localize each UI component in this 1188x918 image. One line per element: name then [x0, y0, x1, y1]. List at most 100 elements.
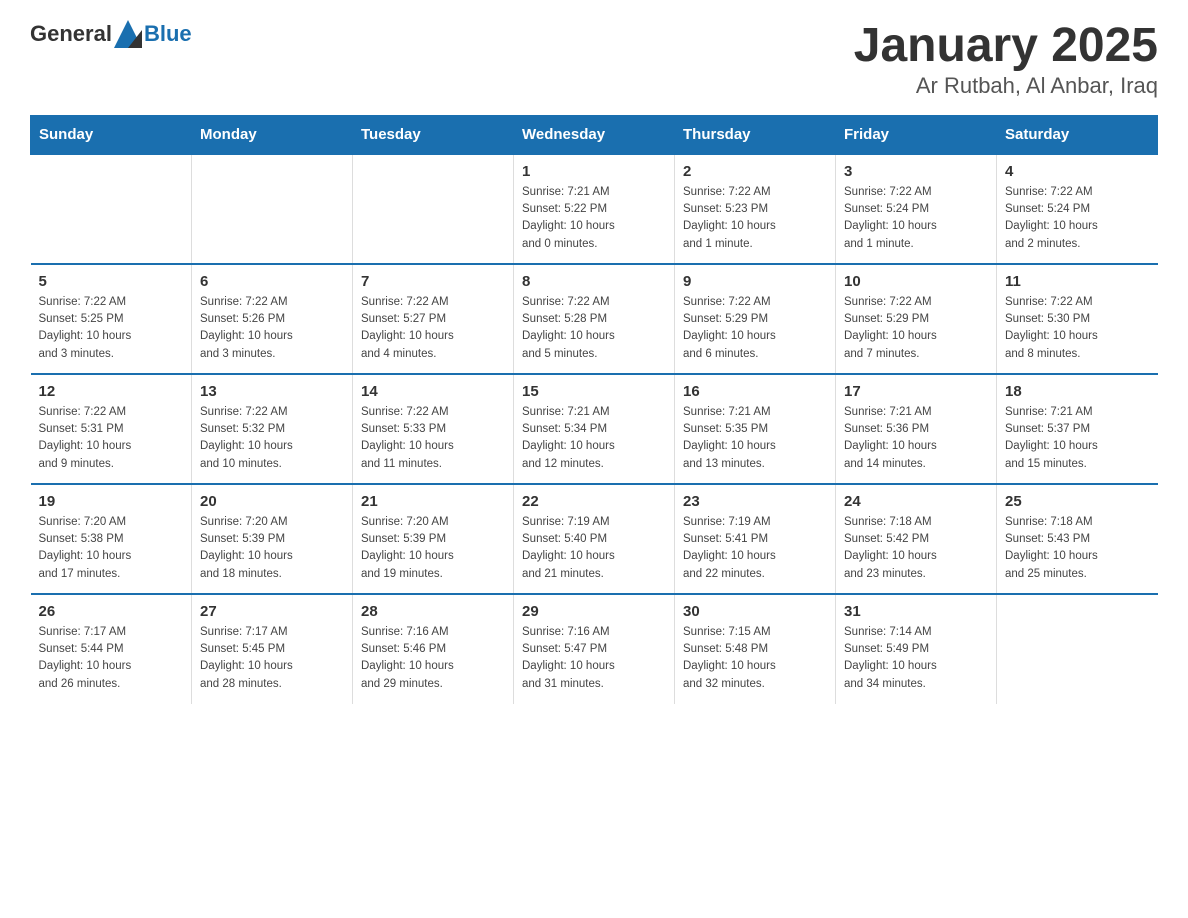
days-of-week-row: SundayMondayTuesdayWednesdayThursdayFrid…: [31, 115, 1158, 154]
calendar-cell: 12 Sunrise: 7:22 AM Sunset: 5:31 PM Dayli…: [31, 374, 192, 484]
day-info: Sunrise: 7:20 AM Sunset: 5:38 PM Dayligh…: [39, 514, 184, 583]
day-of-week-header: Friday: [836, 115, 997, 154]
logo-general-text: General: [30, 21, 112, 47]
day-number: 10: [844, 273, 988, 290]
calendar-cell: 18Sunrise: 7:21 AM Sunset: 5:37 PM Dayli…: [997, 374, 1158, 484]
page-header: General Blue January 2025 Ar Rutbah, Al …: [30, 20, 1158, 99]
calendar-week-row: 26 Sunrise: 7:17 AM Sunset: 5:44 PM Dayli…: [31, 594, 1158, 704]
calendar-cell: 3 Sunrise: 7:22 AM Sunset: 5:24 PM Daylig…: [836, 154, 997, 264]
day-number: 8: [522, 273, 666, 290]
day-number: 14: [361, 383, 505, 400]
calendar-cell: 24 Sunrise: 7:18 AM Sunset: 5:42 PM Dayli…: [836, 484, 997, 594]
calendar-cell: 1 Sunrise: 7:21 AM Sunset: 5:22 PM Daylig…: [514, 154, 675, 264]
day-number: 24: [844, 493, 988, 510]
day-info: Sunrise: 7:18 AM Sunset: 5:42 PM Dayligh…: [844, 514, 988, 583]
calendar-week-row: 1 Sunrise: 7:21 AM Sunset: 5:22 PM Daylig…: [31, 154, 1158, 264]
day-info: Sunrise: 7:17 AM Sunset: 5:45 PM Dayligh…: [200, 624, 344, 693]
day-of-week-header: Saturday: [997, 115, 1158, 154]
calendar-cell: 30 Sunrise: 7:15 AM Sunset: 5:48 PM Dayli…: [675, 594, 836, 704]
day-info: Sunrise: 7:16 AM Sunset: 5:46 PM Dayligh…: [361, 624, 505, 693]
day-info: Sunrise: 7:15 AM Sunset: 5:48 PM Dayligh…: [683, 624, 827, 693]
calendar-cell: 31Sunrise: 7:14 AM Sunset: 5:49 PM Dayli…: [836, 594, 997, 704]
page-subtitle: Ar Rutbah, Al Anbar, Iraq: [854, 73, 1158, 99]
calendar-cell: 22Sunrise: 7:19 AM Sunset: 5:40 PM Dayli…: [514, 484, 675, 594]
calendar-cell: 2Sunrise: 7:22 AM Sunset: 5:23 PM Daylig…: [675, 154, 836, 264]
day-info: Sunrise: 7:21 AM Sunset: 5:22 PM Dayligh…: [522, 184, 666, 253]
calendar-cell: 11Sunrise: 7:22 AM Sunset: 5:30 PM Dayli…: [997, 264, 1158, 374]
calendar-cell: 28 Sunrise: 7:16 AM Sunset: 5:46 PM Dayli…: [353, 594, 514, 704]
day-info: Sunrise: 7:22 AM Sunset: 5:32 PM Dayligh…: [200, 404, 344, 473]
day-number: 30: [683, 603, 827, 620]
day-number: 25: [1005, 493, 1150, 510]
day-info: Sunrise: 7:21 AM Sunset: 5:35 PM Dayligh…: [683, 404, 827, 473]
calendar-cell: 26 Sunrise: 7:17 AM Sunset: 5:44 PM Dayli…: [31, 594, 192, 704]
day-number: 19: [39, 493, 184, 510]
day-info: Sunrise: 7:22 AM Sunset: 5:29 PM Dayligh…: [844, 294, 988, 363]
title-block: January 2025 Ar Rutbah, Al Anbar, Iraq: [854, 20, 1158, 99]
day-info: Sunrise: 7:22 AM Sunset: 5:26 PM Dayligh…: [200, 294, 344, 363]
calendar-cell: 5 Sunrise: 7:22 AM Sunset: 5:25 PM Daylig…: [31, 264, 192, 374]
day-info: Sunrise: 7:19 AM Sunset: 5:41 PM Dayligh…: [683, 514, 827, 583]
calendar-cell: 15 Sunrise: 7:21 AM Sunset: 5:34 PM Dayli…: [514, 374, 675, 484]
calendar-cell: 20 Sunrise: 7:20 AM Sunset: 5:39 PM Dayli…: [192, 484, 353, 594]
day-number: 16: [683, 383, 827, 400]
day-info: Sunrise: 7:22 AM Sunset: 5:31 PM Dayligh…: [39, 404, 184, 473]
day-info: Sunrise: 7:16 AM Sunset: 5:47 PM Dayligh…: [522, 624, 666, 693]
calendar-cell: 25Sunrise: 7:18 AM Sunset: 5:43 PM Dayli…: [997, 484, 1158, 594]
calendar-week-row: 12 Sunrise: 7:22 AM Sunset: 5:31 PM Dayli…: [31, 374, 1158, 484]
calendar-cell: 10 Sunrise: 7:22 AM Sunset: 5:29 PM Dayli…: [836, 264, 997, 374]
day-info: Sunrise: 7:17 AM Sunset: 5:44 PM Dayligh…: [39, 624, 184, 693]
calendar-cell: 29 Sunrise: 7:16 AM Sunset: 5:47 PM Dayli…: [514, 594, 675, 704]
day-number: 23: [683, 493, 827, 510]
day-of-week-header: Wednesday: [514, 115, 675, 154]
day-number: 15: [522, 383, 666, 400]
page-title: January 2025: [854, 20, 1158, 73]
day-info: Sunrise: 7:20 AM Sunset: 5:39 PM Dayligh…: [200, 514, 344, 583]
calendar-cell: 14 Sunrise: 7:22 AM Sunset: 5:33 PM Dayli…: [353, 374, 514, 484]
day-info: Sunrise: 7:22 AM Sunset: 5:24 PM Dayligh…: [1005, 184, 1150, 253]
logo-icon: [114, 20, 142, 48]
day-number: 29: [522, 603, 666, 620]
day-number: 9: [683, 273, 827, 290]
day-number: 1: [522, 163, 666, 180]
logo-blue-text: Blue: [144, 21, 192, 47]
day-of-week-header: Thursday: [675, 115, 836, 154]
day-info: Sunrise: 7:22 AM Sunset: 5:29 PM Dayligh…: [683, 294, 827, 363]
day-info: Sunrise: 7:22 AM Sunset: 5:30 PM Dayligh…: [1005, 294, 1150, 363]
day-number: 12: [39, 383, 184, 400]
calendar-header: SundayMondayTuesdayWednesdayThursdayFrid…: [31, 115, 1158, 154]
day-number: 17: [844, 383, 988, 400]
day-number: 20: [200, 493, 344, 510]
day-info: Sunrise: 7:20 AM Sunset: 5:39 PM Dayligh…: [361, 514, 505, 583]
calendar-cell: 21 Sunrise: 7:20 AM Sunset: 5:39 PM Dayli…: [353, 484, 514, 594]
calendar-cell: 13 Sunrise: 7:22 AM Sunset: 5:32 PM Dayli…: [192, 374, 353, 484]
day-number: 5: [39, 273, 184, 290]
calendar-cell: 6 Sunrise: 7:22 AM Sunset: 5:26 PM Daylig…: [192, 264, 353, 374]
day-number: 21: [361, 493, 505, 510]
calendar-cell: 19 Sunrise: 7:20 AM Sunset: 5:38 PM Dayli…: [31, 484, 192, 594]
calendar-table: SundayMondayTuesdayWednesdayThursdayFrid…: [30, 115, 1158, 704]
calendar-cell: 7Sunrise: 7:22 AM Sunset: 5:27 PM Daylig…: [353, 264, 514, 374]
day-info: Sunrise: 7:22 AM Sunset: 5:23 PM Dayligh…: [683, 184, 827, 253]
day-info: Sunrise: 7:21 AM Sunset: 5:34 PM Dayligh…: [522, 404, 666, 473]
day-number: 3: [844, 163, 988, 180]
day-info: Sunrise: 7:14 AM Sunset: 5:49 PM Dayligh…: [844, 624, 988, 693]
calendar-cell: [192, 154, 353, 264]
day-info: Sunrise: 7:22 AM Sunset: 5:27 PM Dayligh…: [361, 294, 505, 363]
day-number: 22: [522, 493, 666, 510]
day-number: 13: [200, 383, 344, 400]
day-number: 18: [1005, 383, 1150, 400]
calendar-cell: 27Sunrise: 7:17 AM Sunset: 5:45 PM Dayli…: [192, 594, 353, 704]
calendar-cell: 23 Sunrise: 7:19 AM Sunset: 5:41 PM Dayli…: [675, 484, 836, 594]
day-of-week-header: Sunday: [31, 115, 192, 154]
day-number: 6: [200, 273, 344, 290]
calendar-cell: 4Sunrise: 7:22 AM Sunset: 5:24 PM Daylig…: [997, 154, 1158, 264]
calendar-week-row: 19 Sunrise: 7:20 AM Sunset: 5:38 PM Dayli…: [31, 484, 1158, 594]
calendar-cell: 9 Sunrise: 7:22 AM Sunset: 5:29 PM Daylig…: [675, 264, 836, 374]
calendar-cell: 16 Sunrise: 7:21 AM Sunset: 5:35 PM Dayli…: [675, 374, 836, 484]
day-number: 26: [39, 603, 184, 620]
day-info: Sunrise: 7:22 AM Sunset: 5:24 PM Dayligh…: [844, 184, 988, 253]
day-number: 28: [361, 603, 505, 620]
day-info: Sunrise: 7:22 AM Sunset: 5:25 PM Dayligh…: [39, 294, 184, 363]
day-info: Sunrise: 7:22 AM Sunset: 5:33 PM Dayligh…: [361, 404, 505, 473]
